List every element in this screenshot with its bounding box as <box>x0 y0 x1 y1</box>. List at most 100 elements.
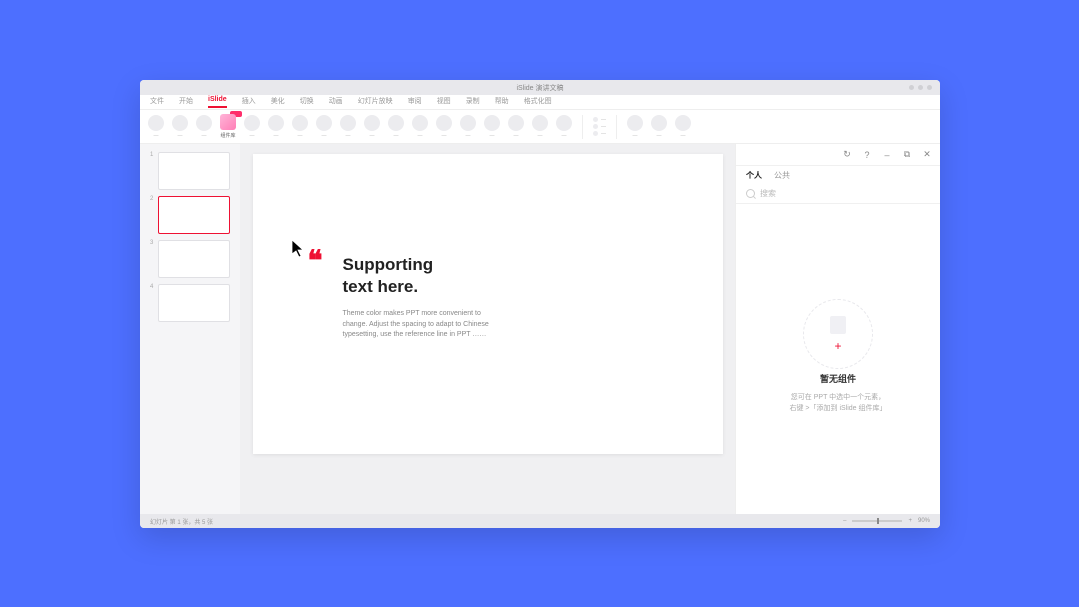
menu-slideshow[interactable]: 幻灯片放映 <box>358 96 393 109</box>
ribbon-icon <box>172 115 188 131</box>
tab-personal[interactable]: 个人 <box>746 170 762 181</box>
ribbon-icon <box>268 115 284 131</box>
menu-animation[interactable]: 动画 <box>329 96 343 109</box>
help-icon[interactable]: ? <box>862 150 872 160</box>
ribbon-icon <box>412 115 428 131</box>
slide-thumb[interactable] <box>158 152 230 190</box>
ribbon-button-21[interactable]: — <box>675 115 691 139</box>
empty-illustration: + <box>798 304 878 364</box>
slide-body-text[interactable]: Theme color makes PPT more convenient to… <box>343 309 493 341</box>
slide-canvas[interactable]: ❝ Supporting text here. Theme color make… <box>253 154 723 454</box>
menu-file[interactable]: 文件 <box>150 96 164 109</box>
ribbon-icon <box>364 115 380 131</box>
ribbon-button-17[interactable]: — <box>532 115 548 139</box>
titlebar: iSlide 演讲文稿 <box>140 80 940 95</box>
search-placeholder: 搜索 <box>760 188 776 199</box>
ribbon-icon <box>244 115 260 131</box>
ribbon-button-8[interactable]: — <box>316 115 332 139</box>
ribbon-icon <box>388 115 404 131</box>
status-slide-count: 幻灯片 第 1 张，共 5 张 <box>150 517 213 526</box>
ribbon-button-10[interactable]: — <box>364 115 380 139</box>
thumb-number: 4 <box>150 284 155 290</box>
menu-view[interactable]: 视图 <box>437 96 451 109</box>
canvas-area[interactable]: ❝ Supporting text here. Theme color make… <box>240 144 735 514</box>
ribbon-button-18[interactable]: — <box>556 115 572 139</box>
ribbon-button-12[interactable]: — <box>412 115 428 139</box>
dashed-circle-icon <box>803 299 873 369</box>
ribbon-icon <box>196 115 212 131</box>
minimize-button[interactable] <box>909 85 914 90</box>
dot-icon <box>593 117 598 122</box>
component-library-icon <box>220 114 236 130</box>
ribbon-button-11[interactable]: — <box>388 115 404 139</box>
ribbon-icon <box>340 115 356 131</box>
menu-islide[interactable]: iSlide <box>208 96 227 108</box>
ribbon-component-library-button[interactable]: 组件库 <box>220 114 236 139</box>
ribbon-button-13[interactable]: — <box>436 115 452 139</box>
panel-search[interactable]: 搜索 <box>736 184 940 204</box>
slide-thumb-selected[interactable] <box>158 196 230 234</box>
ribbon-button-7[interactable]: — <box>292 115 308 139</box>
search-icon <box>746 189 755 198</box>
ribbon-button-5[interactable]: — <box>244 115 260 139</box>
zoom-in-button[interactable]: + <box>908 518 912 524</box>
ribbon-text-group[interactable]: — — — <box>593 117 606 137</box>
ribbon-icon <box>436 115 452 131</box>
maximize-button[interactable] <box>918 85 923 90</box>
ribbon-button-16[interactable]: — <box>508 115 524 139</box>
tab-public[interactable]: 公共 <box>774 170 790 181</box>
zoom-slider-thumb[interactable] <box>877 518 879 524</box>
menu-help[interactable]: 帮助 <box>495 96 509 109</box>
zoom-controls: – + 90% <box>843 518 930 524</box>
close-window-button[interactable] <box>927 85 932 90</box>
zoom-percent[interactable]: 90% <box>918 518 930 524</box>
dot-icon <box>593 124 598 129</box>
document-icon <box>830 316 846 334</box>
close-panel-icon[interactable]: ✕ <box>922 150 932 160</box>
ribbon-icon <box>148 115 164 131</box>
ribbon-button-1[interactable]: — <box>148 115 164 139</box>
app-window: iSlide 演讲文稿 文件 开始 iSlide 插入 美化 切换 动画 幻灯片… <box>140 80 940 528</box>
menubar: 文件 开始 iSlide 插入 美化 切换 动画 幻灯片放映 审阅 视图 录制 … <box>140 95 940 110</box>
menu-format[interactable]: 格式化图 <box>524 96 552 109</box>
ribbon-button-3[interactable]: — <box>196 115 212 139</box>
menu-insert[interactable]: 插入 <box>242 96 256 109</box>
quote-icon: ❝ <box>308 254 323 271</box>
thumb-number: 3 <box>150 240 155 246</box>
workspace: 1 2 3 4 ❝ Supporting text here. Theme co… <box>140 144 940 514</box>
ribbon-button-19[interactable]: — <box>627 115 643 139</box>
menu-transition[interactable]: 切换 <box>300 96 314 109</box>
ribbon-icon <box>316 115 332 131</box>
plus-icon[interactable]: + <box>834 339 841 353</box>
empty-title: 暂无组件 <box>820 372 856 385</box>
ribbon-button-9[interactable]: — <box>340 115 356 139</box>
dot-icon <box>593 131 598 136</box>
menu-review[interactable]: 审阅 <box>408 96 422 109</box>
menu-record[interactable]: 录制 <box>466 96 480 109</box>
ribbon-icon <box>651 115 667 131</box>
window-title: iSlide 演讲文稿 <box>516 83 563 93</box>
ribbon-button-15[interactable]: — <box>484 115 500 139</box>
menu-home[interactable]: 开始 <box>179 96 193 109</box>
popout-icon[interactable]: ⧉ <box>902 150 912 160</box>
slide-thumbnails: 1 2 3 4 <box>140 144 240 514</box>
ribbon-button-6[interactable]: — <box>268 115 284 139</box>
zoom-slider[interactable] <box>852 520 902 522</box>
slide-title[interactable]: Supporting text here. <box>343 254 434 298</box>
statusbar: 幻灯片 第 1 张，共 5 张 – + 90% <box>140 514 940 528</box>
minimize-icon[interactable]: – <box>882 150 892 160</box>
slide-thumb[interactable] <box>158 284 230 322</box>
ribbon-icon <box>292 115 308 131</box>
ribbon-button-14[interactable]: — <box>460 115 476 139</box>
ribbon-icon <box>532 115 548 131</box>
ribbon-button-2[interactable]: — <box>172 115 188 139</box>
zoom-out-button[interactable]: – <box>843 518 846 524</box>
panel-toolbar: ↻ ? – ⧉ ✕ <box>736 144 940 166</box>
menu-beautify[interactable]: 美化 <box>271 96 285 109</box>
component-panel: ↻ ? – ⧉ ✕ 个人 公共 搜索 + 暂无组件 <box>735 144 940 514</box>
ribbon-separator <box>582 115 583 139</box>
ribbon-button-20[interactable]: — <box>651 115 667 139</box>
slide-thumb[interactable] <box>158 240 230 278</box>
component-library-label: 组件库 <box>220 132 235 139</box>
refresh-icon[interactable]: ↻ <box>842 150 852 160</box>
